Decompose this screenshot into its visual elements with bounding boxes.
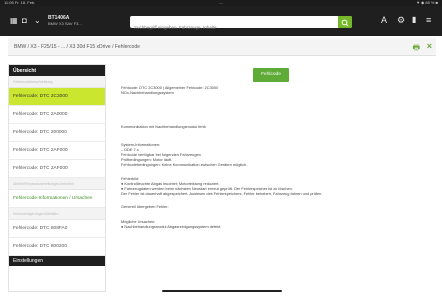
sidebar-item[interactable]: Fehlercode: DTC 2A0000 [9,106,105,124]
content-line: Kommunikation mit Nachbehandlungsmodul f… [121,124,207,129]
content-line: ● Nachbehandlungsmodul Abgasreinigungssy… [121,224,222,229]
search-icon [341,19,349,27]
search-button[interactable] [338,16,352,28]
content-line: Generell übergeben Fehler: [121,204,169,209]
breadcrumb[interactable]: BMW / X3 - F25/15 - ... / X3 30d F15 xDr… [14,44,140,50]
car-icon[interactable]: ◘ [22,17,27,25]
print-icon[interactable]: 🖶 [412,42,420,56]
sidebar-item[interactable]: Fehlercode: DTC 200000 [9,124,105,142]
search-box [130,16,352,34]
vehicle-model: BMW X3 SAV F3... [48,21,82,26]
sidebar-item[interactable]: Fehlercode: DTC 800200 [9,238,105,256]
menu-icon[interactable]: ≡ [426,16,431,25]
sidebar-item[interactable]: Fehlercode-Informationen / Ursachen [9,190,105,208]
sidebar: Übersicht Fehlercodebeschreibung Fehlerco… [8,64,106,292]
home-indicator [162,290,282,292]
notification-icon[interactable]: ▮ [412,16,416,24]
sidebar-section-label: Fehlercodebeschreibung [9,76,105,88]
sidebar-header: Übersicht [9,65,105,76]
sidebar-section-label: Schlussfolgerungen/Abhilfen [9,208,105,220]
content-line: Der Fehler ist dauerhaft abgespeichert. … [121,191,323,196]
sidebar-section-label: Abhilfe/Reparaturanleitungen/Arbeiten [9,178,105,190]
grid-icon[interactable]: ▦ [10,17,18,25]
sidebar-list: Fehlercodebeschreibung Fehlercode: DTC 2C… [9,76,105,256]
sidebar-item[interactable]: Fehlercode: DTC 2AF000 [9,142,105,160]
sidebar-item[interactable]: Fehlercode: DTC 2C3000 [9,88,105,106]
content-line: Fehlcodebedingungen: Keine Kommunikation… [121,162,248,167]
sidebar-item[interactable]: Fehlercode: DTC 2AF000 [9,160,105,178]
vehicle-selector[interactable]: BT1406A BMW X3 SAV F3... [48,15,82,26]
chevron-down-icon[interactable]: ⌄ [34,17,41,25]
sidebar-footer[interactable]: Einstellungen [9,256,105,266]
sidebar-item[interactable]: Fehlercode: DTC 808FA0 [9,220,105,238]
settings-icon[interactable]: ⚙ [397,16,405,25]
font-size-icon[interactable]: A [381,16,387,25]
top-bar: ▦ ◘ ⌄ BT1406A BMW X3 SAV F3... A ⚙ ▮ ≡ [0,6,442,36]
fehlcode-button[interactable]: Fehlcode [253,68,289,82]
content-line: NOx-Nachbehandlungssystem [121,90,174,95]
search-input[interactable] [130,21,330,34]
main-content: Fehlcode Fehlcode: DTC 2C3000 | Allgemei… [113,64,435,292]
close-icon[interactable]: × [427,41,432,51]
breadcrumb-bar: BMW / X3 - F25/15 - ... / X3 30d F15 xDr… [8,38,436,56]
